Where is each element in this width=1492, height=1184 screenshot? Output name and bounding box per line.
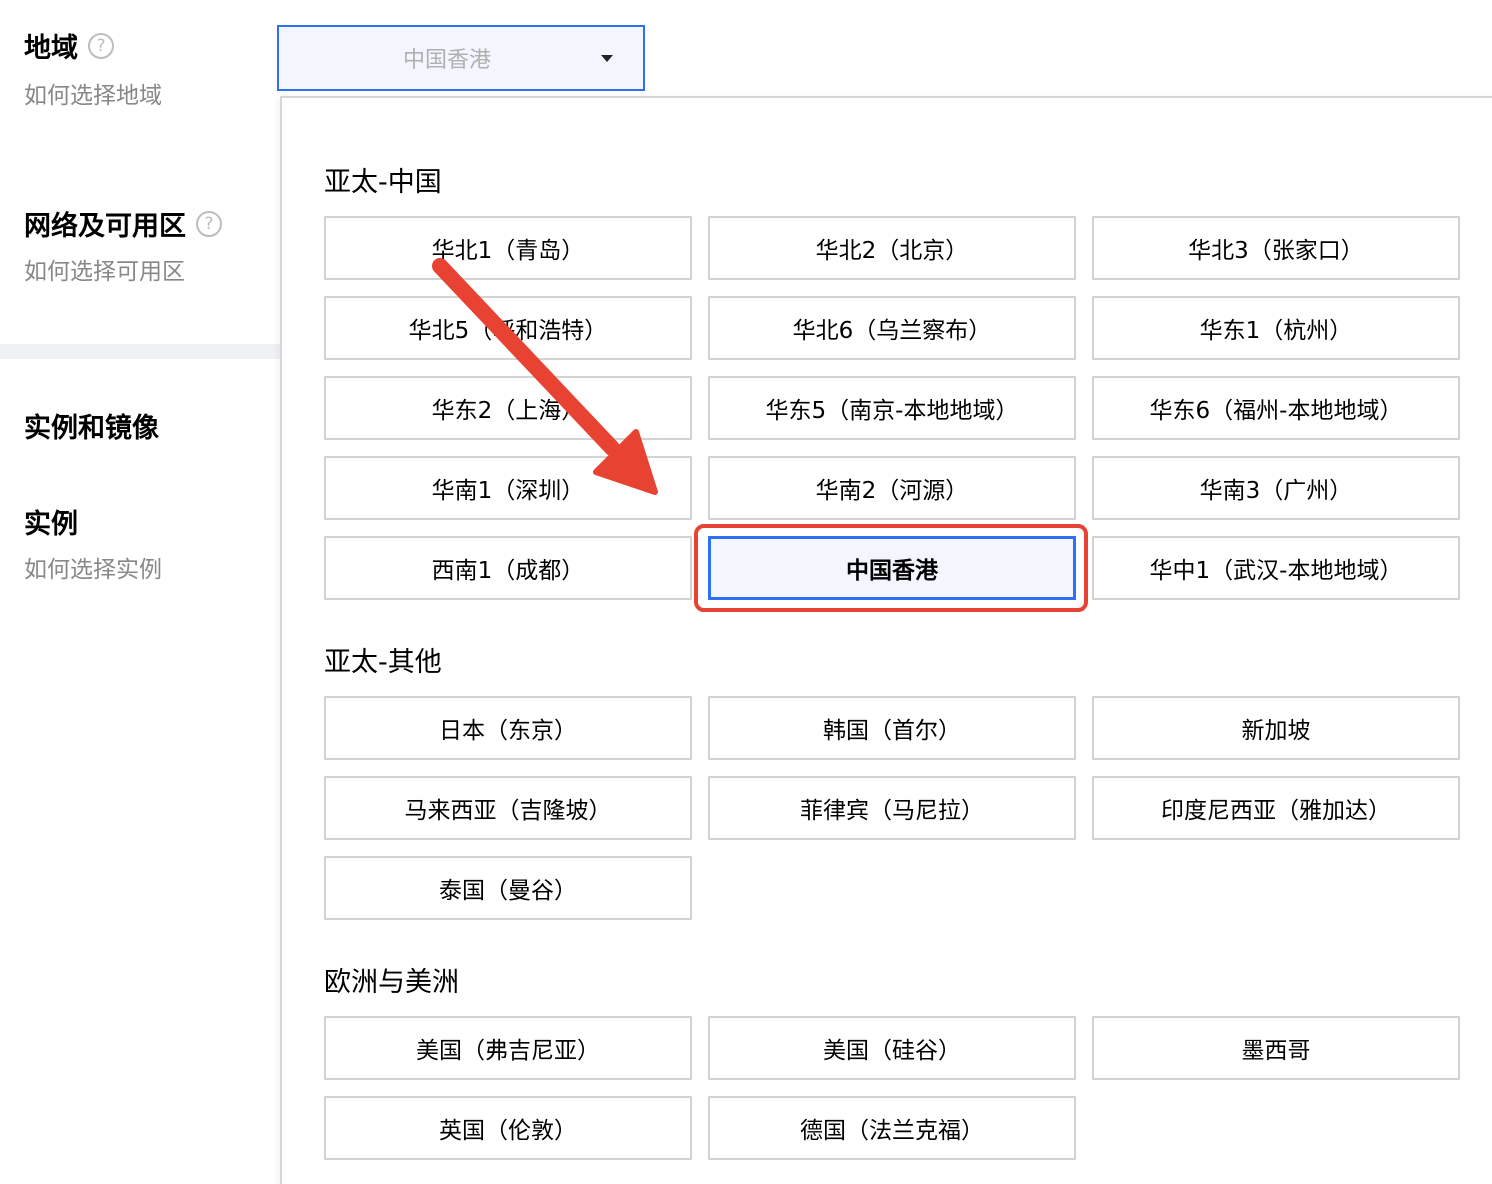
region-option[interactable]: 新加坡 xyxy=(1092,696,1460,760)
region-option[interactable]: 华北3（张家口） xyxy=(1092,216,1460,280)
network-label-text: 网络及可用区 xyxy=(24,211,186,242)
section-divider xyxy=(0,344,280,359)
region-option[interactable]: 华东6（福州-本地地域） xyxy=(1092,376,1460,440)
group-title: 欧洲与美洲 xyxy=(324,967,459,998)
question-icon[interactable]: ? xyxy=(196,210,222,237)
network-label: 网络及可用区 ? xyxy=(24,204,222,243)
region-option[interactable]: 韩国（首尔） xyxy=(708,696,1076,760)
region-option[interactable]: 华东5（南京-本地地域） xyxy=(708,376,1076,440)
group-title: 亚太-其他 xyxy=(324,647,442,678)
region-option[interactable]: 华南1（深圳） xyxy=(324,456,692,520)
region-option[interactable]: 马来西亚（吉隆坡） xyxy=(324,776,692,840)
region-select-value: 中国香港 xyxy=(402,48,491,73)
question-icon[interactable]: ? xyxy=(88,32,114,59)
form-labels-panel: 地域 ? 如何选择地域 网络及可用区 ? 如何选择可用区 实例和镜像 实例 如何… xyxy=(0,0,280,1184)
group-title: 亚太-中国 xyxy=(324,167,442,198)
region-label-text: 地域 xyxy=(24,33,78,64)
region-option[interactable]: 华北5（呼和浩特） xyxy=(324,296,692,360)
region-option[interactable]: 印度尼西亚（雅加达） xyxy=(1092,776,1460,840)
caret-down-icon xyxy=(601,55,613,62)
region-option[interactable]: 华南3（广州） xyxy=(1092,456,1460,520)
region-select[interactable]: 中国香港 xyxy=(277,25,645,91)
region-option[interactable]: 德国（法兰克福） xyxy=(708,1096,1076,1160)
region-option[interactable]: 日本（东京） xyxy=(324,696,692,760)
zone-help-link[interactable]: 如何选择可用区 xyxy=(24,252,185,286)
region-option[interactable]: 美国（硅谷） xyxy=(708,1016,1076,1080)
region-option[interactable]: 西南1（成都） xyxy=(324,536,692,600)
region-option[interactable]: 华北1（青岛） xyxy=(324,216,692,280)
region-option[interactable]: 华中1（武汉-本地地域） xyxy=(1092,536,1460,600)
instance-label: 实例 xyxy=(24,509,78,540)
region-option[interactable]: 菲律宾（马尼拉） xyxy=(708,776,1076,840)
region-option[interactable]: 华北2（北京） xyxy=(708,216,1076,280)
region-label: 地域 ? xyxy=(24,26,114,65)
section-title: 实例和镜像 xyxy=(24,413,159,444)
region-option[interactable]: 墨西哥 xyxy=(1092,1016,1460,1080)
annotation-highlight-box xyxy=(694,524,1088,612)
region-dropdown: 亚太-中国 亚太-其他 欧洲与美洲 华北1（青岛） 华北2（北京） 华北3（张家… xyxy=(280,96,1492,1184)
region-option[interactable]: 英国（伦敦） xyxy=(324,1096,692,1160)
instance-help-link[interactable]: 如何选择实例 xyxy=(24,550,162,584)
region-option[interactable]: 华东2（上海） xyxy=(324,376,692,440)
region-option[interactable]: 华南2（河源） xyxy=(708,456,1076,520)
region-option[interactable]: 华北6（乌兰察布） xyxy=(708,296,1076,360)
region-option[interactable]: 美国（弗吉尼亚） xyxy=(324,1016,692,1080)
region-help-link[interactable]: 如何选择地域 xyxy=(24,76,162,110)
region-option[interactable]: 泰国（曼谷） xyxy=(324,856,692,920)
region-option[interactable]: 华东1（杭州） xyxy=(1092,296,1460,360)
